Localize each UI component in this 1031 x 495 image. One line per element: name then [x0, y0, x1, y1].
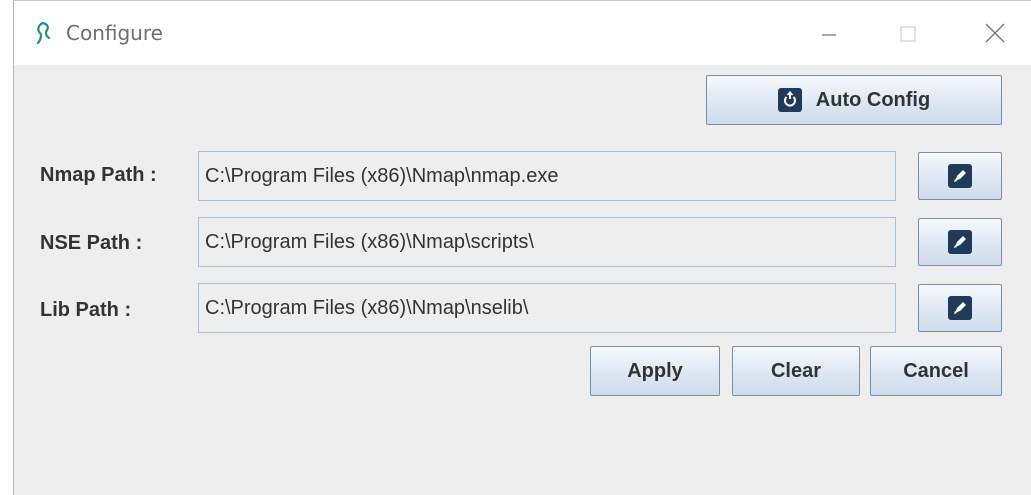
nse-path-input[interactable]: C:\Program Files (x86)\Nmap\scripts\	[198, 217, 896, 267]
lib-path-input[interactable]: C:\Program Files (x86)\Nmap\nselib\	[198, 283, 896, 333]
close-icon	[985, 23, 1005, 43]
nmap-path-edit-button[interactable]	[918, 152, 1002, 200]
minimize-icon	[822, 34, 836, 36]
nmap-path-input[interactable]: C:\Program Files (x86)\Nmap\nmap.exe	[198, 151, 896, 201]
auto-config-label: Auto Config	[815, 88, 931, 111]
maximize-icon	[900, 26, 916, 42]
close-button[interactable]	[972, 11, 1018, 55]
lib-path-label: Lib Path :	[40, 299, 132, 321]
cancel-button[interactable]: Cancel	[870, 346, 1002, 396]
configure-dialog: Configure Auto Config Nmap Path : C:\Pro…	[13, 0, 1031, 495]
maximize-button[interactable]	[884, 11, 930, 55]
auto-config-button[interactable]: Auto Config	[706, 75, 1002, 125]
lib-path-edit-button[interactable]	[918, 284, 1002, 332]
edit-icon	[948, 230, 972, 254]
clear-button[interactable]: Clear	[732, 346, 860, 396]
app-logo-icon	[36, 21, 51, 45]
apply-button[interactable]: Apply	[590, 346, 720, 396]
nmap-path-label: Nmap Path :	[40, 164, 157, 186]
edit-icon	[948, 296, 972, 320]
edit-icon	[948, 164, 972, 188]
nse-path-label: NSE Path :	[40, 232, 143, 254]
window-title: Configure	[66, 21, 163, 45]
minimize-button[interactable]	[806, 11, 852, 55]
refresh-icon	[777, 88, 802, 112]
title-bar: Configure	[14, 1, 1031, 65]
nse-path-edit-button[interactable]	[918, 218, 1002, 266]
